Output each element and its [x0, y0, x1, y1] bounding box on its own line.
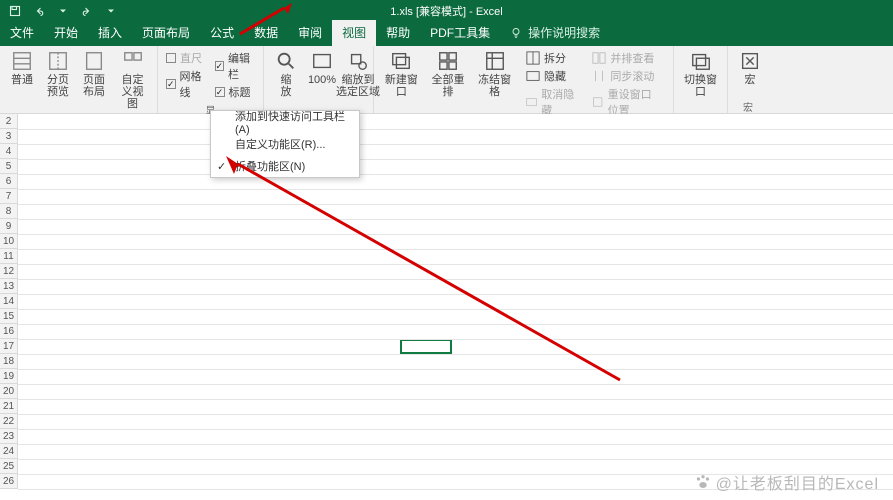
tab-insert[interactable]: 插入: [88, 20, 132, 46]
row-header[interactable]: 20: [0, 384, 18, 399]
page-break-icon: [47, 50, 69, 72]
row-header[interactable]: 8: [0, 204, 18, 219]
undo-dropdown-icon[interactable]: [52, 1, 74, 21]
row-header[interactable]: 13: [0, 279, 18, 294]
switch-windows-button[interactable]: 切换窗口: [678, 48, 723, 100]
zoom-100-button[interactable]: 100%: [304, 48, 340, 88]
row-header[interactable]: 25: [0, 459, 18, 474]
ruler-checkbox: 直尺: [166, 50, 207, 66]
paw-icon: [694, 473, 712, 491]
window-title: 1.xls [兼容模式] - Excel: [390, 3, 502, 19]
side-by-side-icon: [592, 51, 606, 65]
zoom-icon: [275, 50, 297, 72]
group-label-macros: 宏: [728, 99, 768, 113]
page-layout-view-button[interactable]: 页面布局: [76, 48, 112, 100]
row-header[interactable]: 16: [0, 324, 18, 339]
row-header[interactable]: 23: [0, 429, 18, 444]
row-header[interactable]: 15: [0, 309, 18, 324]
side-by-side-button: 并排查看: [588, 50, 665, 66]
redo-button[interactable]: [76, 1, 98, 21]
group-workbook-views: 普通 分页 预览 页面布局 自定义视图 工作簿视图: [0, 46, 158, 113]
lightbulb-icon: [510, 27, 522, 39]
hide-button[interactable]: 隐藏: [522, 68, 580, 84]
row-header[interactable]: 4: [0, 144, 18, 159]
new-window-button[interactable]: 新建窗口: [378, 48, 425, 100]
row-header[interactable]: 22: [0, 414, 18, 429]
tab-view[interactable]: 视图: [332, 20, 376, 46]
quick-access-toolbar: [0, 1, 122, 21]
freeze-panes-icon: [484, 50, 506, 72]
tab-home[interactable]: 开始: [44, 20, 88, 46]
title-bar: 1.xls [兼容模式] - Excel: [0, 0, 893, 22]
row-header[interactable]: 26: [0, 474, 18, 489]
row-header[interactable]: 11: [0, 249, 18, 264]
page-break-preview-button[interactable]: 分页 预览: [40, 48, 76, 100]
split-icon: [526, 51, 540, 65]
watermark: @让老板刮目的Excel: [694, 470, 879, 494]
zoom-button[interactable]: 缩 放: [268, 48, 304, 100]
tell-me-search[interactable]: 操作说明搜索: [500, 20, 610, 46]
unhide-icon: [526, 95, 537, 109]
row-header[interactable]: 6: [0, 174, 18, 189]
group-switch-window: 切换窗口: [674, 46, 728, 113]
group-macros: 宏 宏: [728, 46, 768, 113]
tab-help[interactable]: 帮助: [376, 20, 420, 46]
formula-bar-checkbox[interactable]: 编辑栏: [215, 50, 256, 82]
row-header[interactable]: 12: [0, 264, 18, 279]
hide-icon: [526, 69, 540, 83]
arrange-all-button[interactable]: 全部重排: [425, 48, 472, 100]
zoom-selection-icon: [347, 50, 369, 72]
new-window-icon: [390, 50, 412, 72]
row-header[interactable]: 5: [0, 159, 18, 174]
custom-views-icon: [122, 50, 144, 72]
macros-icon: [739, 50, 761, 72]
row-header[interactable]: 24: [0, 444, 18, 459]
custom-views-button[interactable]: 自定义视图: [112, 48, 153, 112]
row-header[interactable]: 14: [0, 294, 18, 309]
annotation-arrow-top: [230, 0, 300, 36]
ribbon: 普通 分页 预览 页面布局 自定义视图 工作簿视图 直尺 网格线 编: [0, 46, 893, 114]
row-header[interactable]: 21: [0, 399, 18, 414]
qat-customize-icon[interactable]: [100, 1, 122, 21]
switch-windows-icon: [690, 50, 712, 72]
menu-add-to-qat[interactable]: 添加到快速访问工具栏(A): [211, 111, 359, 133]
sync-scroll-button: 同步滚动: [588, 68, 665, 84]
group-zoom: 缩 放 100% 缩放到 选定区域: [264, 46, 374, 113]
reset-pos-icon: [592, 95, 603, 109]
ribbon-tabs: 文件 开始 插入 页面布局 公式 数据 审阅 视图 帮助 PDF工具集 操作说明…: [0, 22, 893, 46]
row-header[interactable]: 17: [0, 339, 18, 354]
page-layout-icon: [83, 50, 105, 72]
row-header[interactable]: 7: [0, 189, 18, 204]
group-window: 新建窗口 全部重排 冻结窗格 拆分 隐藏 取消隐藏 并排查看 同步滚动 重设窗口…: [374, 46, 674, 113]
tab-page-layout[interactable]: 页面布局: [132, 20, 200, 46]
tell-me-label: 操作说明搜索: [528, 24, 600, 41]
row-header[interactable]: 9: [0, 219, 18, 234]
freeze-panes-button[interactable]: 冻结窗格: [471, 48, 518, 100]
headings-checkbox[interactable]: 标题: [215, 84, 256, 100]
row-header[interactable]: 18: [0, 354, 18, 369]
annotation-arrow-diagonal: [220, 150, 630, 390]
macros-button[interactable]: 宏: [732, 48, 768, 88]
arrange-all-icon: [437, 50, 459, 72]
row-headers: 2345678910111213141516171819202122232425…: [0, 114, 18, 489]
watermark-text: @让老板刮目的Excel: [716, 470, 879, 494]
zoom-100-icon: [311, 50, 333, 72]
save-button[interactable]: [4, 1, 26, 21]
split-button[interactable]: 拆分: [522, 50, 580, 66]
row-header[interactable]: 19: [0, 369, 18, 384]
zoom-selection-button[interactable]: 缩放到 选定区域: [340, 48, 376, 100]
tab-pdf-tools[interactable]: PDF工具集: [420, 20, 500, 46]
row-header[interactable]: 3: [0, 129, 18, 144]
row-header[interactable]: 10: [0, 234, 18, 249]
sync-scroll-icon: [592, 69, 606, 83]
normal-view-button[interactable]: 普通: [4, 48, 40, 88]
row-header[interactable]: 2: [0, 114, 18, 129]
undo-button[interactable]: [28, 1, 50, 21]
tab-file[interactable]: 文件: [0, 20, 44, 46]
gridlines-checkbox[interactable]: 网格线: [166, 68, 207, 100]
group-show: 直尺 网格线 编辑栏 标题 显: [158, 46, 264, 113]
normal-view-icon: [11, 50, 33, 72]
